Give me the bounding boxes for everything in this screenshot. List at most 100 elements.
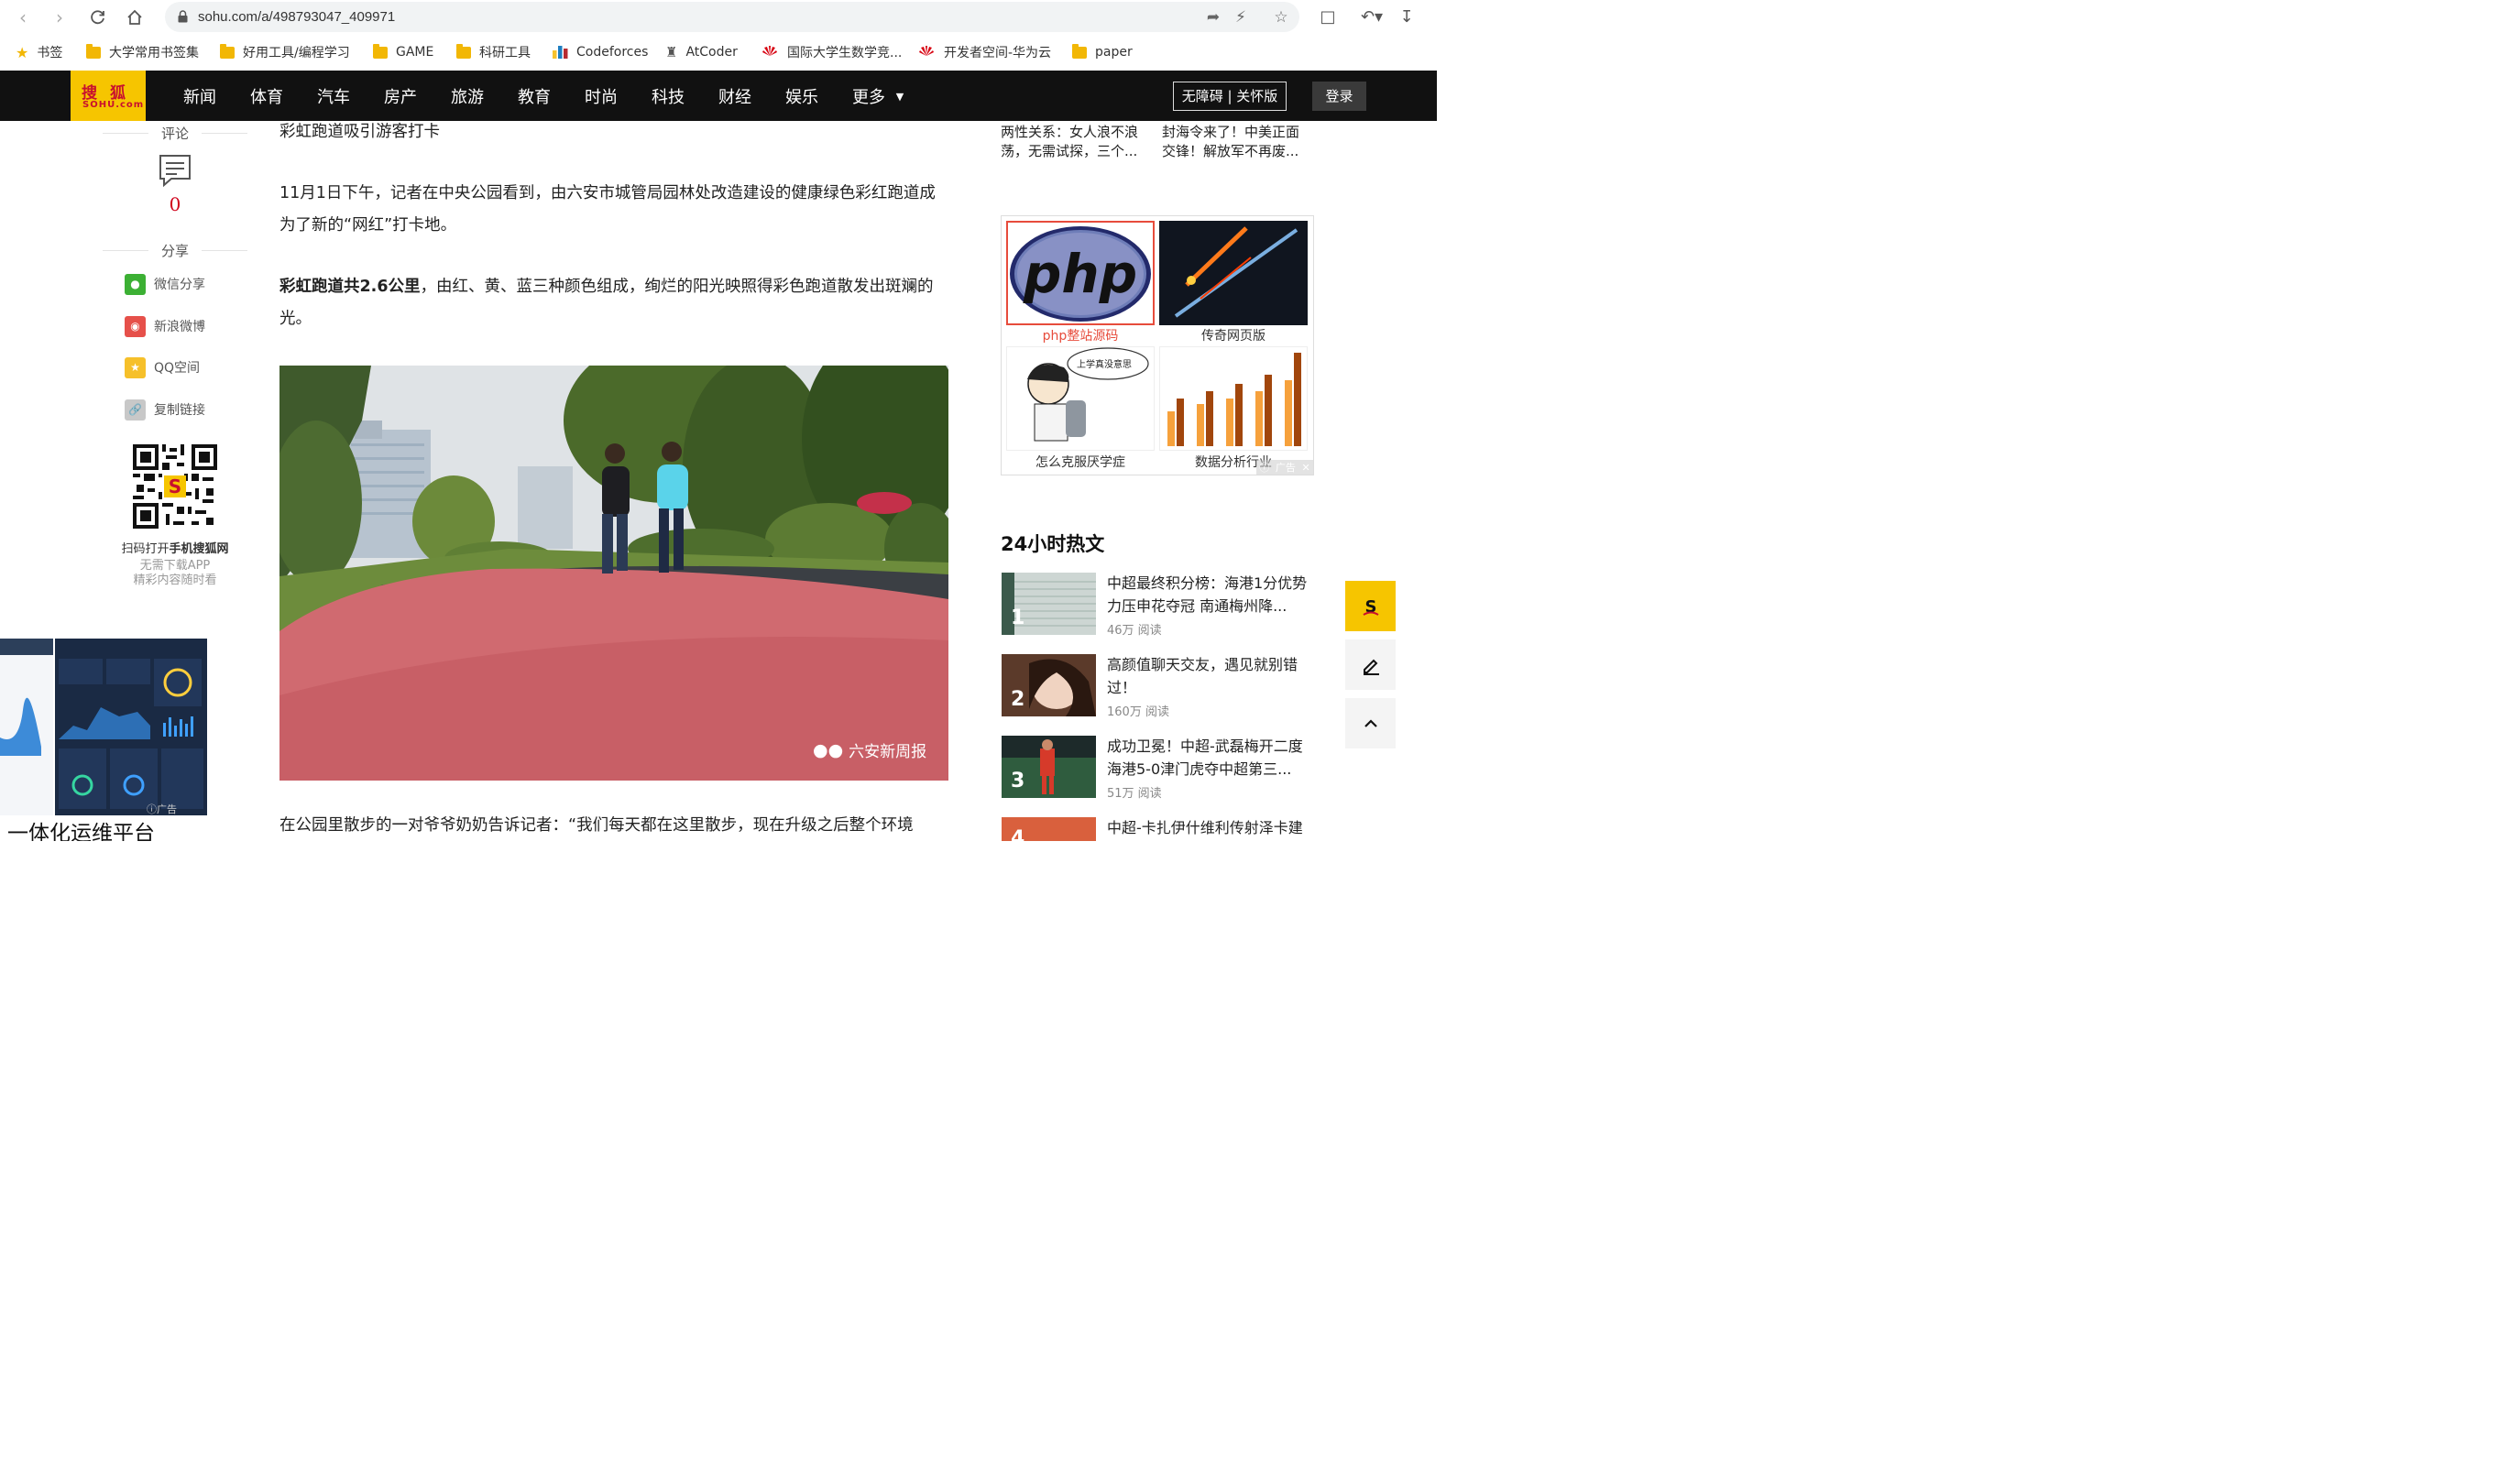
article-photo[interactable]: ●● 六安新周报 [279,366,948,781]
nav-auto[interactable]: 汽车 [317,84,350,108]
ad-label[interactable]: ⓘ 广告 ✕ [1256,460,1313,475]
bookmark-item[interactable]: ♜ AtCoder [665,43,738,61]
comment-count[interactable]: 0 [103,193,247,215]
undo-menu-icon[interactable]: ↶▾ [1358,7,1386,27]
nav-sports[interactable]: 体育 [250,84,283,108]
forward-icon[interactable]: › [48,5,71,29]
codeforces-icon [553,46,568,59]
folder-icon [220,43,235,59]
chevron-up-icon [1364,718,1377,727]
nav-entertainment[interactable]: 娱乐 [785,84,818,108]
sohu-logo[interactable]: 搜狐 SOHU.com [71,71,146,121]
sohu-app-button[interactable]: S [1345,581,1396,631]
folder-icon [373,43,388,59]
url-text[interactable]: sohu.com/a/498793047_409971 [198,9,395,25]
share-copy-link[interactable]: 🔗 复制链接 [125,399,205,421]
qr-subcaption: 无需下载APP 精彩内容随时看 [133,559,217,587]
folder-icon [86,43,101,59]
ad-caption[interactable]: 传奇网页版 [1159,326,1308,344]
share-qzone[interactable]: ★ QQ空间 [125,356,200,378]
related-article-link[interactable]: 封海令来了！中美正面交锋！解放军不再废... [1162,123,1310,161]
hot-article-title[interactable]: 中超-卡扎伊什维利传射泽卡建 [1107,816,1309,839]
hot-rank: 3 [1011,770,1025,792]
bookmark-item[interactable]: paper [1072,43,1133,61]
download-icon[interactable]: ↧ [1397,7,1417,27]
share-weibo[interactable]: ◉ 新浪微博 [125,315,205,337]
address-bar[interactable]: sohu.com/a/498793047_409971 ➦ ⚡ ☆ [165,2,1299,32]
hot-rank: 2 [1011,688,1025,711]
hot-rank: 1 [1011,606,1025,629]
svg-text:S: S [169,475,181,497]
left-ad[interactable]: ⓘ广告 一体化运维平台 [0,639,207,841]
bookmark-item[interactable]: 国际大学生数学竞... [761,43,902,61]
site-header: 搜狐 SOHU.com 新闻 体育 汽车 房产 旅游 教育 时尚 科技 财经 娱… [0,71,1437,121]
ad-caption[interactable]: php整站源码 [1006,326,1155,344]
login-button[interactable]: 登录 [1312,82,1366,111]
bookmarks-bar: ★ 书签 大学常用书签集 好用工具/编程学习 GAME 科研工具 Codefor… [0,35,1437,70]
hot-rank: 4 [1011,827,1025,841]
hot-article-title[interactable]: 中超最终积分榜：海港1分优势力压申花夺冠 南通梅州降... [1107,572,1309,617]
accessibility-button[interactable]: 无障碍 | 关怀版 [1173,82,1287,111]
ad-chart-image[interactable] [1159,346,1308,451]
hot-read-count: 46万 阅读 [1107,624,1162,638]
nav-fashion[interactable]: 时尚 [585,84,618,108]
caret-down-icon: ▼ [895,91,904,103]
article-paragraph: 在公园里散步的一对爷爷奶奶告诉记者：“我们每天都在这里散步，现在升级之后整个环境 [279,816,914,835]
back-icon[interactable]: ‹ [11,5,35,29]
bookmark-item[interactable]: ★ 书签 [16,43,62,61]
extensions-icon[interactable]: □ [1318,7,1338,27]
nav-education[interactable]: 教育 [518,84,551,108]
related-article-link[interactable]: 两性关系：女人浪不浪荡，无需试探，三个... [1001,123,1149,161]
comment-icon[interactable] [159,154,192,188]
browser-toolbar: ‹ › sohu.com/a/498793047_409971 ➦ ⚡ ☆ □ … [0,0,1437,35]
share-section-title: 分享 [103,241,247,260]
hot-article-title[interactable]: 高颜值聊天交友，遇见就别错过！ [1107,653,1309,699]
bookmark-item[interactable]: 科研工具 [456,43,531,61]
reload-icon[interactable] [86,5,110,29]
ad-comic-image[interactable]: 上学真没意思 [1006,346,1155,451]
comment-section-title: 评论 [103,124,247,143]
hot-thumbnail[interactable]: 3 [1002,736,1096,798]
qr-code: S [133,444,217,529]
wechat-icon: ● [125,273,146,295]
sohu-fox-icon: S [1362,597,1379,617]
share-wechat[interactable]: ● 微信分享 [125,273,205,295]
hot-read-count: 160万 阅读 [1107,705,1169,719]
nav-finance[interactable]: 财经 [718,84,751,108]
home-icon[interactable] [123,5,147,29]
bookmark-star-icon[interactable]: ☆ [1272,8,1290,27]
bookmark-item[interactable]: GAME [373,43,433,61]
left-ad-title: 一体化运维平台 [7,822,155,841]
ad-info-icon: ⓘ [1259,462,1270,474]
bookmark-item[interactable]: 好用工具/编程学习 [220,43,350,61]
nav-travel[interactable]: 旅游 [451,84,484,108]
hot-thumbnail[interactable]: 2 [1002,654,1096,716]
bookmark-item[interactable]: Codeforces [553,43,648,61]
star-icon: ★ [16,43,29,61]
back-to-top-button[interactable] [1345,698,1396,748]
ad-sword-image[interactable] [1159,221,1308,325]
share-page-icon[interactable]: ➦ [1204,8,1222,27]
ad-info-icon: ⓘ [147,803,157,815]
qzone-star-icon: ★ [125,356,146,378]
write-button[interactable] [1345,639,1396,690]
nav-realestate[interactable]: 房产 [384,84,417,108]
article-paragraph: 彩虹跑道共2.6公里，由红、黄、蓝三种颜色组成，绚烂的阳光映照得彩色跑道散发出斑… [279,278,934,328]
svg-text:php: php [1023,243,1137,305]
nav-more[interactable]: 更多 ▼ [852,84,904,108]
lightning-icon[interactable]: ⚡ [1232,8,1250,27]
close-icon[interactable]: ✕ [1301,462,1309,474]
bookmark-item[interactable]: 开发者空间-华为云 [917,43,1051,61]
article-paragraph: 彩虹跑道吸引游客打卡 [279,123,440,141]
article-paragraph: 11月1日下午，记者在中央公园看到，由六安市城管局园林处改造建设的健康绿色彩红跑… [279,184,936,235]
nav-news[interactable]: 新闻 [183,84,216,108]
ad-tag: ⓘ广告 [147,803,177,815]
nav-tech[interactable]: 科技 [652,84,685,108]
bookmark-item[interactable]: 大学常用书签集 [86,43,199,61]
ad-caption[interactable]: 怎么克服厌学症 [1006,453,1155,471]
ad-php-image[interactable]: php [1006,221,1155,325]
hot-thumbnail[interactable]: 4 [1002,817,1096,841]
hot-article-title[interactable]: 成功卫冕！中超-武磊梅开二度 海港5-0津门虎夺中超第三... [1107,735,1309,781]
hot-thumbnail[interactable]: 1 [1002,573,1096,635]
pen-icon [1363,659,1379,675]
